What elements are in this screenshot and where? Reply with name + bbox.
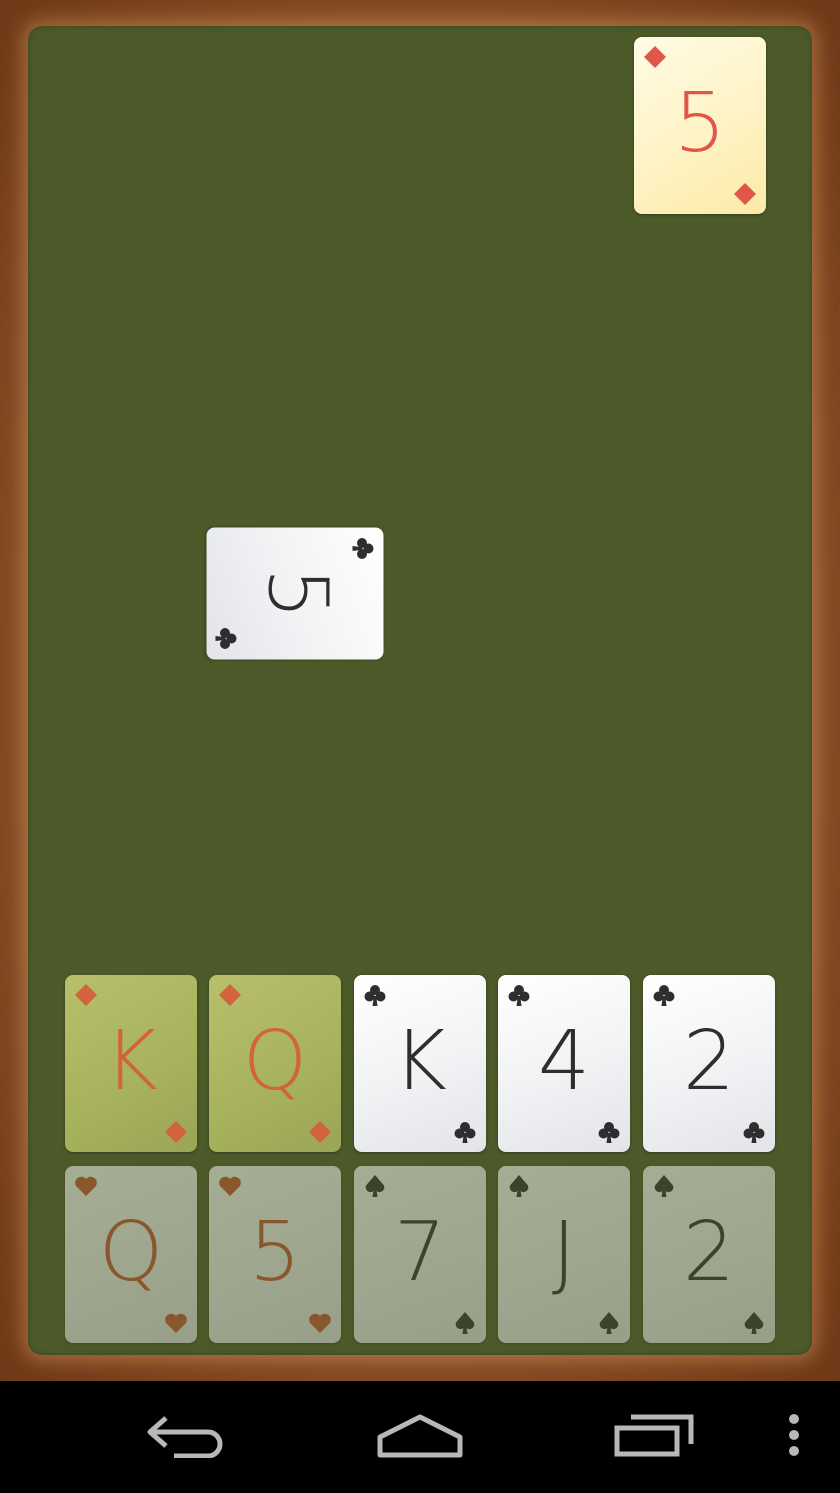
heart-icon (308, 1311, 332, 1335)
overflow-menu-button[interactable] (770, 1381, 818, 1493)
card-rank: Q (242, 1014, 308, 1109)
club-icon (363, 983, 387, 1007)
spade-icon (652, 1174, 676, 1198)
card-rank: Q (98, 1205, 164, 1300)
hand-card-queen-hearts[interactable]: Q (65, 1166, 197, 1343)
spade-icon (363, 1174, 387, 1198)
felt-play-area: 5 5 K Q K 4 2 Q 5 7 J 2 (28, 26, 812, 1355)
diamond-icon (643, 45, 667, 69)
hand-card-jack-spades[interactable]: J (498, 1166, 630, 1343)
hand-card-four-clubs[interactable]: 4 (498, 975, 630, 1152)
overflow-menu-icon (787, 1413, 801, 1461)
hand-card-two-spades[interactable]: 2 (643, 1166, 775, 1343)
spade-icon (453, 1311, 477, 1335)
card-rank: 5 (673, 76, 727, 171)
card-rank: 5 (249, 567, 345, 620)
club-icon (453, 1120, 477, 1144)
home-button[interactable] (355, 1381, 485, 1493)
spade-icon (597, 1311, 621, 1335)
card-rank: K (104, 1014, 158, 1109)
hand-card-two-clubs[interactable]: 2 (643, 975, 775, 1152)
card-rank: 7 (393, 1205, 447, 1300)
spade-icon (507, 1174, 531, 1198)
recent-apps-icon (613, 1412, 697, 1462)
diamond-icon (164, 1120, 188, 1144)
heart-icon (218, 1174, 242, 1198)
system-navigation-bar (0, 1381, 840, 1493)
club-icon (742, 1120, 766, 1144)
heart-icon (164, 1311, 188, 1335)
hand-card-king-clubs[interactable]: K (354, 975, 486, 1152)
diamond-icon (74, 983, 98, 1007)
card-rank: J (551, 1205, 577, 1300)
diamond-icon (308, 1120, 332, 1144)
heart-icon (74, 1174, 98, 1198)
back-button[interactable] (120, 1381, 250, 1493)
card-rank: 2 (682, 1205, 736, 1300)
hand-card-seven-spades[interactable]: 7 (354, 1166, 486, 1343)
diamond-icon (218, 983, 242, 1007)
stock-card[interactable]: 5 (634, 37, 766, 214)
card-rank: K (393, 1014, 447, 1109)
club-icon (215, 627, 239, 651)
card-rank: 4 (537, 1014, 591, 1109)
played-card[interactable]: 5 (206, 527, 384, 660)
hand-card-queen-diamonds[interactable]: Q (209, 975, 341, 1152)
card-rank: 2 (682, 1014, 736, 1109)
diamond-icon (733, 182, 757, 206)
card-rank: 5 (248, 1205, 302, 1300)
spade-icon (742, 1311, 766, 1335)
club-icon (507, 983, 531, 1007)
back-icon (144, 1412, 226, 1462)
table-frame: 5 5 K Q K 4 2 Q 5 7 J 2 (0, 0, 840, 1381)
recent-apps-button[interactable] (590, 1381, 720, 1493)
club-icon (652, 983, 676, 1007)
club-icon (352, 537, 376, 561)
hand-card-king-diamonds[interactable]: K (65, 975, 197, 1152)
hand-card-five-hearts[interactable]: 5 (209, 1166, 341, 1343)
club-icon (597, 1120, 621, 1144)
home-icon (375, 1411, 465, 1463)
